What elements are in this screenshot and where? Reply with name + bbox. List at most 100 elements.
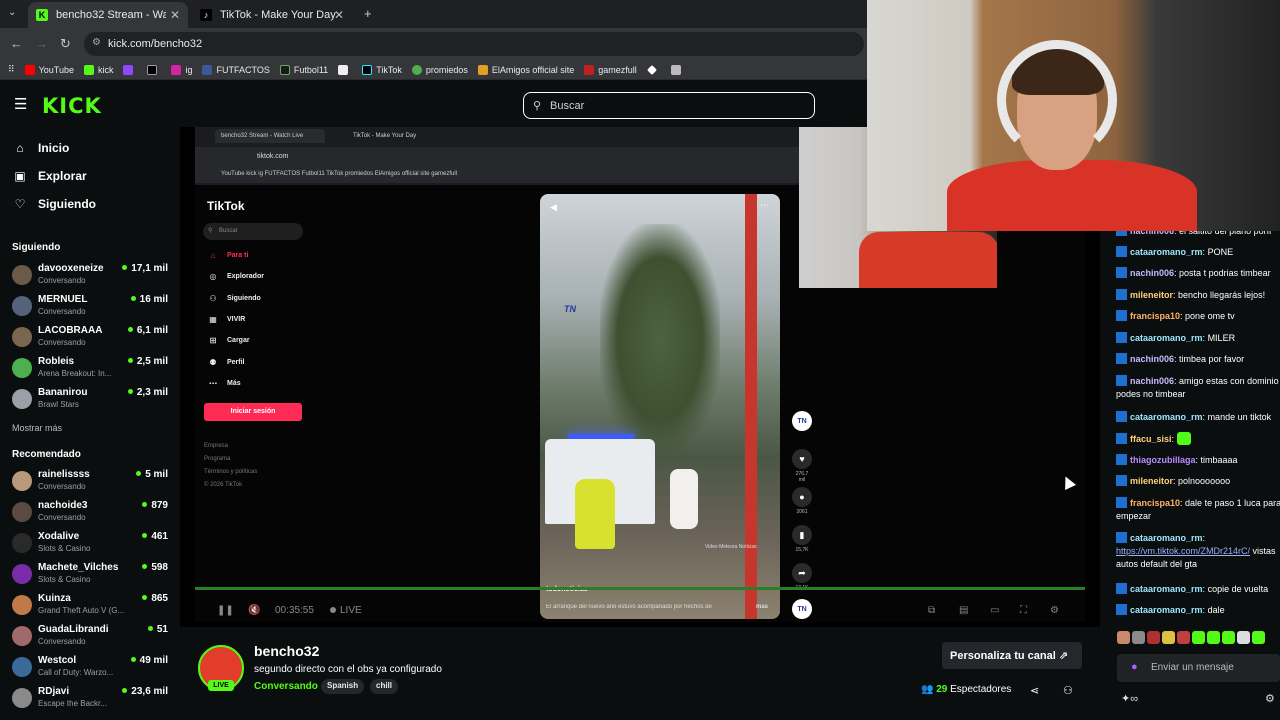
bookmark-mail[interactable] (338, 64, 352, 75)
show-more-link[interactable]: Mostrar más (12, 423, 62, 433)
emote-icon[interactable] (1147, 631, 1160, 644)
badge-icon (1116, 332, 1127, 343)
share-icon[interactable]: ⋖ (1030, 684, 1039, 697)
tag-chill[interactable]: chill (370, 679, 399, 694)
bookmark-tiktok[interactable]: TikTok (362, 64, 402, 75)
channel-item[interactable]: RDjavi Escape the Backr... 23,6 mil (12, 684, 168, 712)
chat-username[interactable]: cataaromano_rm (1130, 584, 1203, 594)
menu-icon[interactable]: ☰ (14, 95, 27, 113)
emote-icon[interactable] (1177, 631, 1190, 644)
site-info-icon[interactable]: ⚙ (92, 37, 101, 48)
emote-icon[interactable] (1207, 631, 1220, 644)
chat-username[interactable]: nachin006 (1130, 354, 1174, 364)
emote-icon[interactable] (1222, 631, 1235, 644)
chat-username[interactable]: ffacu_sisi (1130, 434, 1172, 444)
bookmark-promiedos[interactable]: promiedos (411, 64, 468, 75)
channel-item[interactable]: LACOBRAAA Conversando 6,1 mil (12, 323, 168, 351)
channel-item[interactable]: davooxeneize Conversando 17,1 mil (12, 261, 168, 289)
channel-item[interactable]: Westcol Call of Duty: Warzo... 49 mil (12, 653, 168, 681)
reload-icon[interactable]: ↻ (60, 36, 71, 52)
tiktok-save: ▮ 15,7K (792, 525, 812, 553)
fullscreen-icon[interactable]: ⛶ (1020, 605, 1027, 616)
chat-username[interactable]: mileneitor (1130, 476, 1173, 486)
bookmark-gamezfull[interactable]: gamezfull (584, 64, 637, 75)
channel-item[interactable]: GuadaLibrandi Conversando 51 (12, 622, 168, 650)
chat-link[interactable]: https://vm.tiktok.com/ZMDr214rC/ (1116, 546, 1250, 556)
mute-icon[interactable]: 🔇 (248, 605, 260, 616)
points-icon[interactable]: ✦∞ (1121, 692, 1138, 705)
pause-icon[interactable]: ❚❚ (217, 605, 234, 616)
channel-item[interactable]: nachoide3 Conversando 879 (12, 498, 168, 526)
bookmark-other[interactable] (670, 64, 685, 75)
chat-username[interactable]: nachin006 (1130, 231, 1174, 236)
channel-item[interactable]: Xodalive Slots & Casino 461 (12, 529, 168, 557)
emote-icon[interactable] (1192, 631, 1205, 644)
channel-item[interactable]: rainelissss Conversando 5 mil (12, 467, 168, 495)
new-tab-icon[interactable]: + (364, 6, 372, 21)
url-field[interactable]: ⚙ kick.com/bencho32 (84, 32, 864, 56)
chat-username[interactable]: francispa10 (1130, 311, 1180, 321)
channel-name: RDjavi (38, 686, 70, 697)
chat-username[interactable]: nachin006 (1130, 376, 1174, 386)
emote-icon[interactable] (1237, 631, 1250, 644)
close-tab-icon[interactable]: ✕ (170, 8, 180, 22)
chat-username[interactable]: mileneitor (1130, 290, 1173, 300)
chat-username[interactable]: cataaromano_rm (1130, 333, 1203, 343)
tab-list-icon[interactable]: ⌄ (8, 7, 16, 18)
microphone-icon[interactable]: ● (1131, 661, 1138, 673)
apps-icon[interactable]: ⠿ (8, 64, 15, 75)
chat-username[interactable]: nachin006 (1130, 268, 1174, 278)
emote-icon[interactable] (1162, 631, 1175, 644)
bookmark-futfactos[interactable]: FUTFACTOS (202, 64, 270, 75)
stream-progress-bar[interactable] (195, 587, 1085, 590)
bookmark-twitch[interactable] (123, 64, 137, 75)
browser-tab-kick[interactable]: K bencho32 Stream - Watch Live ✕ (28, 2, 188, 28)
search-input[interactable]: ⚲ Buscar (523, 92, 815, 119)
chat-username[interactable]: francispa10 (1130, 498, 1180, 508)
theater-icon[interactable]: ▭ (990, 605, 999, 616)
browser-tab-tiktok[interactable]: ♪ TikTok - Make Your Day ✕ (192, 2, 352, 28)
tag-spanish[interactable]: Spanish (321, 679, 365, 694)
close-tab-icon[interactable]: ✕ (334, 8, 344, 22)
channel-item[interactable]: Machete_Vilches Slots & Casino 598 (12, 560, 168, 588)
emote-icon[interactable] (1252, 631, 1265, 644)
avatar (12, 626, 32, 646)
live-indicator[interactable]: LIVE (330, 605, 362, 616)
emote-icon[interactable] (1132, 631, 1145, 644)
emote-icon[interactable] (1117, 631, 1130, 644)
bookmark-x[interactable] (147, 64, 161, 75)
channel-item[interactable]: Bananirou Brawl Stars 2,3 mil (12, 385, 168, 413)
stream-title: segundo directo con el obs ya configurad… (254, 664, 442, 675)
streamer-name[interactable]: bencho32 (254, 643, 319, 659)
pip-icon[interactable]: ⧉ (928, 605, 935, 616)
settings-icon[interactable]: ⚙ (1050, 605, 1059, 616)
kick-logo[interactable]: KICK (42, 94, 102, 118)
customize-channel-button[interactable]: Personaliza tu canal ⇗ (942, 642, 1082, 669)
stream-category[interactable]: Conversando (254, 681, 318, 692)
chat-input[interactable]: ● Enviar un mensaje (1117, 654, 1280, 682)
chat-username[interactable]: cataaromano_rm (1130, 247, 1203, 257)
chat-username[interactable]: cataaromano_rm (1130, 605, 1203, 615)
bookmark-diamond[interactable] (646, 64, 661, 75)
forward-icon[interactable]: → (35, 36, 48, 51)
bookmark-kick[interactable]: kick (83, 64, 113, 75)
nav-inicio[interactable]: ⌂ Inicio (12, 141, 69, 155)
bookmark-ig[interactable]: ig (171, 64, 192, 75)
clip-icon[interactable]: ▤ (959, 605, 968, 616)
chat-username[interactable]: cataaromano_rm (1130, 412, 1203, 422)
channel-category: Call of Duty: Warzo... (38, 668, 114, 677)
nav-siguiendo[interactable]: ♡ Siguiendo (12, 197, 96, 211)
channel-item[interactable]: Kuinza Grand Theft Auto V (G... 865 (12, 591, 168, 619)
chat-username[interactable]: cataaromano_rm (1130, 533, 1203, 543)
nav-explorar[interactable]: ▣ Explorar (12, 169, 86, 183)
channel-item[interactable]: Robleis Arena Breakout: In... 2,5 mil (12, 354, 168, 382)
bookmark-futbol11[interactable]: Futbol11 (279, 64, 328, 75)
chat-settings-icon[interactable]: ⚙ (1265, 692, 1275, 705)
chat-username[interactable]: thiagozubillaga (1130, 455, 1196, 465)
avatar (12, 688, 32, 708)
channel-item[interactable]: MERNUEL Conversando 16 mil (12, 292, 168, 320)
bookmark-elamigos[interactable]: ElAmigos official site (477, 64, 574, 75)
bookmark-youtube[interactable]: YouTube (24, 64, 74, 75)
back-icon[interactable]: ← (10, 36, 23, 51)
follow-user-icon[interactable]: ⚇ (1063, 684, 1073, 697)
